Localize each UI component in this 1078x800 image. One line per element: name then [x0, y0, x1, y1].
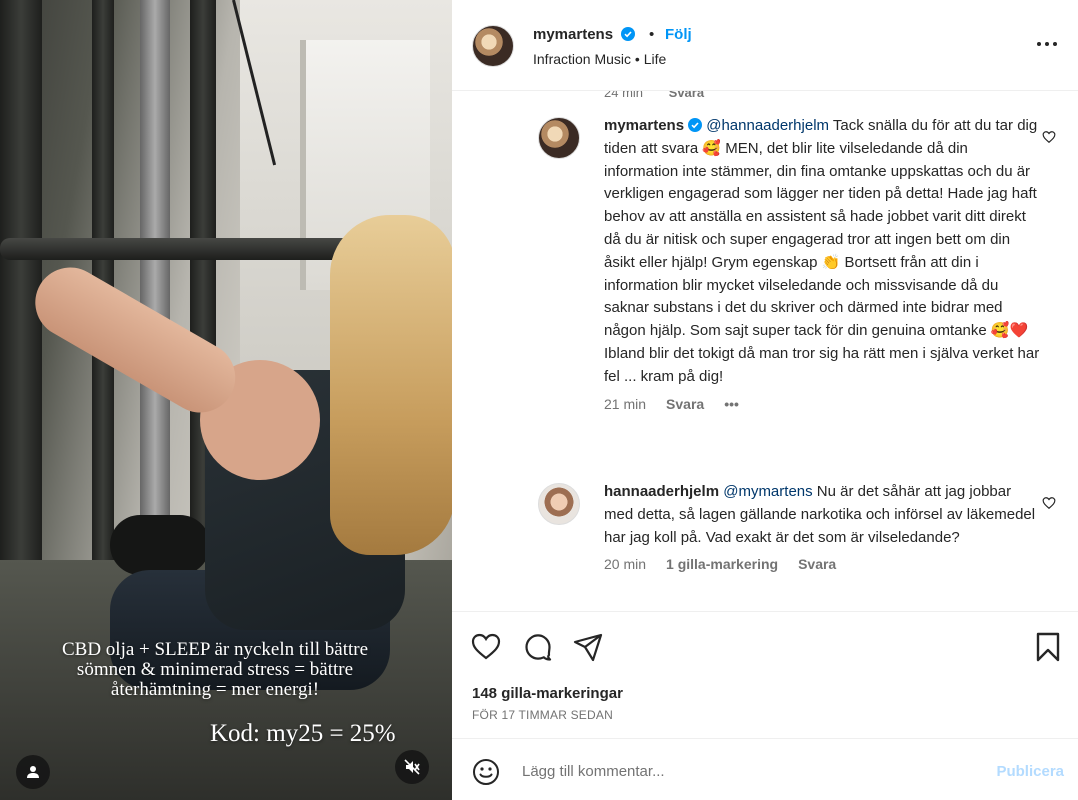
avatar[interactable] [538, 117, 580, 159]
add-comment-bar: Publicera [452, 738, 1078, 800]
follow-button[interactable]: Följ [665, 26, 692, 43]
caption-line: återhämtning = mer energi! [110, 679, 320, 700]
comment-text: MEN, det blir lite vilseledande då din i… [604, 139, 1037, 271]
avatar[interactable] [472, 25, 514, 67]
share-paper-plane-icon[interactable] [572, 631, 604, 663]
heart-icon[interactable] [1042, 130, 1056, 144]
comment-body: mymartens @hannaaderhjelm Tack snälla du… [604, 115, 1040, 389]
more-options-icon[interactable] [1036, 32, 1058, 56]
post-side-panel: mymartens • Följ Infraction Music • Life… [452, 0, 1078, 800]
smiling-hearts-emoji: 🥰 [990, 322, 1010, 340]
comments-list[interactable]: 24 min Svara mymartens @hannaaderhjelm T… [452, 91, 1078, 612]
caption-line: CBD olja + SLEEP är nyckeln till bättre [61, 639, 369, 660]
comment-body: hannaaderhjelm @mymartens Nu är det såhä… [604, 481, 1040, 549]
author-username[interactable]: mymartens [533, 26, 636, 43]
tagged-users-button[interactable] [16, 755, 50, 789]
post-header: mymartens • Följ Infraction Music • Life [452, 0, 1078, 91]
audio-location-line[interactable]: Infraction Music • Life [533, 51, 666, 67]
media-pulldown-bar [0, 238, 360, 260]
media-person-hair [330, 215, 452, 555]
caption-line: sömnen & minimerad stress = bättre [76, 659, 354, 680]
like-heart-icon[interactable] [470, 631, 502, 663]
likes-count[interactable]: 148 gilla-markeringar [472, 685, 623, 702]
speaker-muted-icon [404, 759, 420, 775]
comment-input[interactable] [522, 763, 922, 780]
media-seat [110, 515, 210, 575]
avatar[interactable] [538, 483, 580, 525]
save-bookmark-icon[interactable] [1032, 631, 1064, 663]
post-timestamp[interactable]: FÖR 17 TIMMAR SEDAN [472, 708, 613, 722]
comment-time: 24 min [604, 91, 644, 100]
mention-link[interactable]: @mymartens [723, 483, 812, 500]
comment-username[interactable]: hannaaderhjelm [604, 483, 719, 500]
publish-button[interactable]: Publicera [996, 763, 1064, 780]
comment-time[interactable]: 20 min [604, 556, 646, 572]
author-username-text[interactable]: mymartens [533, 26, 613, 43]
comment-item: mymartens @hannaaderhjelm Tack snälla du… [538, 115, 1056, 412]
comment-meta: 20 min 1 gilla-markering Svara [604, 556, 1040, 572]
clapping-hands-emoji: 👏 [821, 253, 841, 271]
heart-icon[interactable] [1042, 496, 1056, 510]
post-actions: 148 gilla-markeringar FÖR 17 TIMMAR SEDA… [452, 613, 1078, 733]
red-heart-emoji: ❤️ [1009, 322, 1029, 340]
verified-badge-icon [688, 118, 703, 132]
comment-text: Ibland blir det tokigt då man tror sig h… [604, 344, 1040, 385]
comment-meta: 21 min Svara ••• [604, 396, 1040, 412]
emoji-picker-icon[interactable] [472, 758, 500, 786]
comment-username[interactable]: mymartens [604, 117, 684, 134]
media-caption: CBD olja + SLEEP är nyckeln till bättre … [20, 640, 410, 700]
comment-more-options[interactable]: ••• [724, 396, 739, 412]
comment-meta-partial: 24 min Svara [604, 91, 704, 100]
mute-button[interactable] [395, 750, 429, 784]
comment-time[interactable]: 21 min [604, 396, 646, 412]
header-separator: • [649, 26, 655, 43]
reply-button[interactable]: Svara [666, 396, 704, 412]
smiling-hearts-emoji: 🥰 [702, 139, 722, 157]
comment-likes-count[interactable]: 1 gilla-markering [666, 556, 778, 572]
mention-link[interactable]: @hannaaderhjelm [706, 117, 829, 134]
comment-item: hannaaderhjelm @mymartens Nu är det såhä… [538, 481, 1056, 572]
comment-bubble-icon[interactable] [522, 631, 554, 663]
user-icon [27, 766, 39, 778]
reply-button[interactable]: Svara [798, 556, 836, 572]
post-media[interactable]: CBD olja + SLEEP är nyckeln till bättre … [0, 0, 452, 800]
media-discount-code: Kod: my25 = 25% [210, 720, 396, 747]
reply-button[interactable]: Svara [669, 91, 704, 100]
verified-badge-icon [621, 27, 636, 41]
